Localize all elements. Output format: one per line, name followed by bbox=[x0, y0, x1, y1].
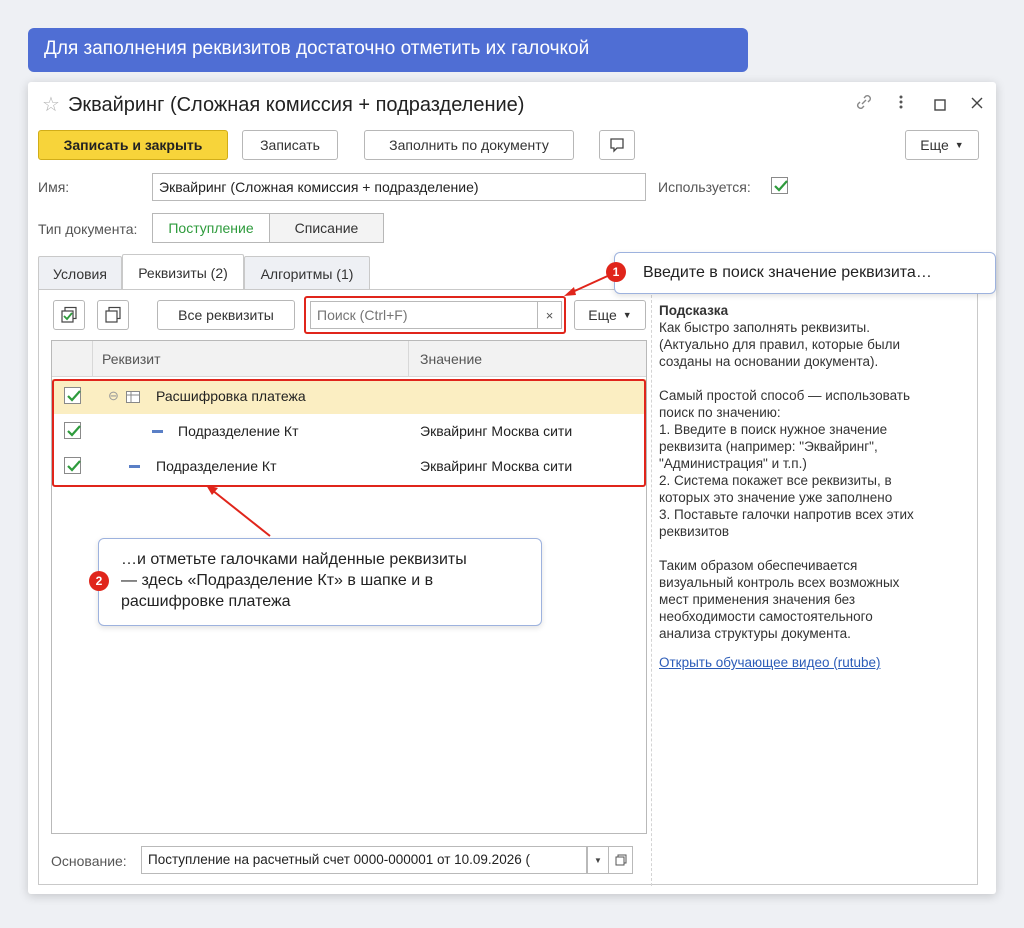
used-label: Используется: bbox=[658, 179, 751, 195]
check-all-button[interactable] bbox=[53, 300, 85, 330]
dropdown-arrow-icon[interactable]: ▼ bbox=[587, 846, 609, 874]
fill-by-document-button[interactable]: Заполнить по документу bbox=[364, 130, 574, 160]
tab-algorithms[interactable]: Алгоритмы (1) bbox=[244, 256, 370, 290]
uncheck-all-button[interactable] bbox=[97, 300, 129, 330]
requisites-more-label: Еще bbox=[588, 307, 617, 323]
tab-conditions[interactable]: Условия bbox=[38, 256, 122, 290]
hint-line: реквизитов bbox=[659, 524, 730, 539]
callout-2-line: — здесь «Подразделение Кт» в шапке и в bbox=[121, 572, 434, 589]
hint-line: реквизита (например: "Эквайринг", bbox=[659, 439, 878, 454]
used-checkbox[interactable] bbox=[771, 177, 788, 194]
instruction-banner: Для заполнения реквизитов достаточно отм… bbox=[28, 28, 748, 72]
basis-label: Основание: bbox=[51, 853, 127, 869]
check-all-icon bbox=[61, 306, 77, 323]
hint-line: мест применения значения без bbox=[659, 592, 856, 607]
save-and-close-button[interactable]: Записать и закрыть bbox=[38, 130, 228, 160]
open-icon[interactable] bbox=[609, 846, 633, 874]
rows-highlight-frame bbox=[52, 379, 646, 487]
checkmark-icon bbox=[774, 180, 788, 192]
search-input[interactable] bbox=[310, 301, 538, 329]
star-icon[interactable]: ☆ bbox=[42, 94, 60, 116]
hint-line: поиск по значению: bbox=[659, 405, 781, 420]
maximize-icon[interactable] bbox=[934, 95, 946, 116]
hint-line: (Актуально для правил, которые были bbox=[659, 337, 900, 352]
window-title-text: Эквайринг (Сложная комиссия + подразделе… bbox=[67, 94, 525, 116]
document-window: ☆ Эквайринг (Сложная комиссия + подраздел… bbox=[28, 82, 996, 894]
hint-line: "Администрация" и т.п.) bbox=[659, 456, 807, 471]
name-field[interactable]: Эквайринг (Сложная комиссия + подразделе… bbox=[152, 173, 646, 201]
hint-panel: Подсказка Как быстро заполнять реквизиты… bbox=[659, 302, 959, 671]
comment-button[interactable] bbox=[599, 130, 635, 160]
hint-line: которых это значение уже заполнено bbox=[659, 490, 893, 505]
comment-icon bbox=[610, 138, 624, 153]
hint-line: 1. Введите в поиск нужное значение bbox=[659, 422, 888, 437]
more-button[interactable]: Еще ▼ bbox=[905, 130, 979, 160]
callout-1-badge: 1 bbox=[606, 262, 626, 282]
clear-search-icon[interactable]: × bbox=[538, 301, 562, 329]
hint-line: Как быстро заполнять реквизиты. bbox=[659, 320, 870, 335]
tab-requisites[interactable]: Реквизиты (2) bbox=[122, 254, 244, 290]
video-link[interactable]: Открыть обучающее видео (rutube) bbox=[659, 655, 880, 670]
callout-1-text: Введите в поиск значение реквизита… bbox=[643, 264, 932, 281]
callout-2-line: …и отметьте галочками найденные реквизит… bbox=[121, 551, 467, 568]
callout-2-line: расшифровке платежа bbox=[121, 593, 291, 610]
hint-title: Подсказка bbox=[659, 303, 729, 318]
hint-line: необходимости самостоятельного bbox=[659, 609, 873, 624]
hint-line: Самый простой способ — использовать bbox=[659, 388, 911, 403]
hint-line: 2. Система покажет все реквизиты, в bbox=[659, 473, 892, 488]
table-header: Реквизит Значение bbox=[52, 341, 646, 377]
window-title: ☆ Эквайринг (Сложная комиссия + подраздел… bbox=[42, 92, 524, 117]
doc-type-option-incoming[interactable]: Поступление bbox=[152, 213, 270, 243]
hint-line: 3. Поставьте галочки напротив всех этих bbox=[659, 507, 914, 522]
doc-type-option-outgoing[interactable]: Списание bbox=[269, 213, 384, 243]
all-requisites-button[interactable]: Все реквизиты bbox=[157, 300, 295, 330]
hint-line: анализа структуры документа. bbox=[659, 626, 851, 641]
column-value: Значение bbox=[420, 351, 483, 367]
column-requisite: Реквизит bbox=[102, 351, 161, 367]
save-button[interactable]: Записать bbox=[242, 130, 338, 160]
more-button-label: Еще bbox=[920, 137, 949, 153]
hint-line bbox=[659, 370, 959, 387]
hint-line: созданы на основании документа). bbox=[659, 354, 879, 369]
callout-2-arrow bbox=[206, 485, 271, 537]
hint-line bbox=[659, 540, 959, 557]
hint-line: Таким образом обеспечивается bbox=[659, 558, 858, 573]
chevron-down-icon: ▼ bbox=[622, 310, 632, 320]
callout-2-badge: 2 bbox=[89, 571, 109, 591]
basis-field[interactable]: Поступление на расчетный счет 0000-00000… bbox=[141, 846, 587, 874]
chevron-down-icon: ▼ bbox=[954, 140, 964, 150]
callout-1: Введите в поиск значение реквизита… bbox=[614, 252, 996, 294]
more-vert-icon[interactable] bbox=[898, 92, 904, 117]
name-label: Имя: bbox=[38, 179, 70, 195]
close-icon[interactable] bbox=[970, 94, 984, 115]
uncheck-all-icon bbox=[105, 306, 121, 323]
link-icon[interactable] bbox=[854, 92, 874, 117]
hint-line: визуальный контроль всех возможных bbox=[659, 575, 900, 590]
requisites-more-button[interactable]: Еще ▼ bbox=[574, 300, 646, 330]
doc-type-label: Тип документа: bbox=[38, 221, 138, 237]
callout-2: …и отметьте галочками найденные реквизит… bbox=[98, 538, 542, 626]
